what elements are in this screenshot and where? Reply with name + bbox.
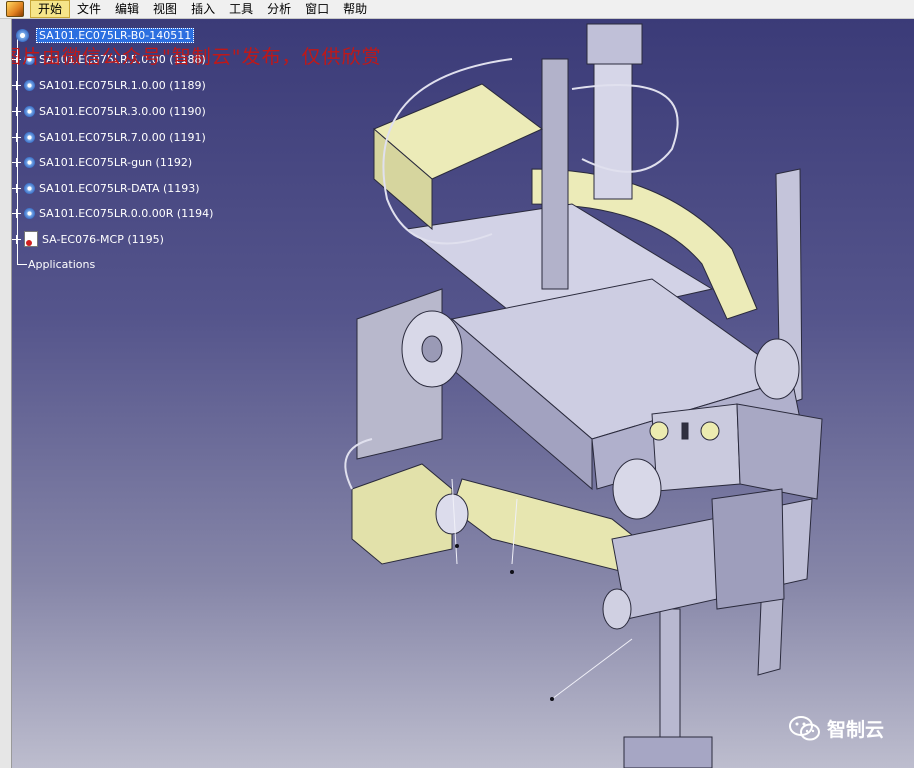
menu-file[interactable]: 文件 <box>70 0 108 18</box>
expand-plus-icon[interactable] <box>12 208 21 218</box>
expand-plus-icon[interactable] <box>12 183 21 193</box>
watermark-text: 图片由微信公众号"智制云"发布，仅供欣赏 <box>12 46 382 68</box>
menu-tools[interactable]: 工具 <box>222 0 260 18</box>
roller-bottom <box>602 588 632 630</box>
tree-item-label[interactable]: SA101.EC075LR.7.0.00 (1191) <box>39 131 206 144</box>
product-gear-icon <box>24 131 35 143</box>
tree-root-item[interactable]: SA101.EC075LR-B0-140511 <box>16 27 195 43</box>
roller-mid <box>612 458 662 520</box>
menu-bar: 开始 文件 编辑 视图 插入 工具 分析 窗口 帮助 <box>0 0 914 19</box>
lead-dot-1 <box>550 697 554 701</box>
knob-right <box>700 421 720 441</box>
expand-plus-icon[interactable] <box>12 234 21 244</box>
tree-connector-hook <box>17 264 27 265</box>
menu-view[interactable]: 视图 <box>146 0 184 18</box>
lead-line-1 <box>551 638 633 700</box>
product-gear-icon <box>24 79 35 91</box>
part-document-icon <box>24 231 38 247</box>
menu-analyze[interactable]: 分析 <box>260 0 298 18</box>
expand-plus-icon[interactable] <box>12 106 21 116</box>
expand-plus-icon[interactable] <box>12 80 21 90</box>
menu-window[interactable]: 窗口 <box>298 0 336 18</box>
tree-item-label[interactable]: SA101.EC075LR.3.0.00 (1190) <box>39 105 206 118</box>
menu-start[interactable]: 开始 <box>30 0 71 18</box>
lead-dot-3 <box>455 544 459 548</box>
tree-item-label[interactable]: SA101.EC075LR-DATA (1193) <box>39 182 200 195</box>
top-cylinder-cap <box>586 23 643 65</box>
lead-dot-2 <box>510 570 514 574</box>
tree-item-1189[interactable]: SA101.EC075LR.1.0.00 (1189) <box>12 77 206 93</box>
3d-viewport[interactable]: SA101.EC075LR-B0-140511 SA101.EC075LR.5.… <box>12 19 914 768</box>
brand-name: 智制云 <box>826 719 884 741</box>
brand-signature: 智制云 <box>788 715 884 742</box>
top-cylinder <box>593 58 633 200</box>
tree-item-label[interactable]: SA-EC076-MCP (1195) <box>42 233 164 246</box>
menu-insert[interactable]: 插入 <box>184 0 222 18</box>
right-block-side <box>736 403 823 500</box>
tree-item-1191[interactable]: SA101.EC075LR.7.0.00 (1191) <box>12 129 206 145</box>
tree-root-label[interactable]: SA101.EC075LR-B0-140511 <box>36 27 195 43</box>
product-gear-icon <box>24 182 35 194</box>
wechat-icon <box>788 715 821 742</box>
menu-help[interactable]: 帮助 <box>336 0 374 18</box>
bottom-foot <box>623 736 713 768</box>
expand-plus-icon[interactable] <box>12 132 21 142</box>
tree-item-label[interactable]: SA101.EC075LR.0.0.00R (1194) <box>39 207 213 220</box>
roller-left-hub <box>421 335 443 363</box>
right-block <box>651 403 741 492</box>
knob-left <box>649 421 669 441</box>
tree-item-1193[interactable]: SA101.EC075LR-DATA (1193) <box>12 180 200 196</box>
tree-item-1190[interactable]: SA101.EC075LR.3.0.00 (1190) <box>12 103 206 119</box>
top-column <box>541 58 569 290</box>
expand-plus-icon[interactable] <box>12 157 21 167</box>
catia-logo-icon[interactable] <box>6 1 24 17</box>
tree-item-label[interactable]: SA101.EC075LR.1.0.00 (1189) <box>39 79 206 92</box>
roller-bottom-left <box>435 493 469 535</box>
right-vertical-panel <box>711 488 785 610</box>
product-gear-icon <box>16 28 29 42</box>
tree-item-label[interactable]: SA101.EC075LR-gun (1192) <box>39 156 192 169</box>
bottom-post <box>659 608 681 750</box>
product-gear-icon <box>24 105 35 117</box>
roller-right <box>754 338 800 400</box>
tree-applications-node[interactable]: Applications <box>28 258 95 271</box>
left-toolbar-frame <box>0 19 12 768</box>
knob-center <box>681 422 689 440</box>
product-gear-icon <box>24 207 35 219</box>
tree-item-1195[interactable]: SA-EC076-MCP (1195) <box>12 231 164 247</box>
tree-item-1192[interactable]: SA101.EC075LR-gun (1192) <box>12 154 192 170</box>
tree-item-1194[interactable]: SA101.EC075LR.0.0.00R (1194) <box>12 205 213 221</box>
menu-edit[interactable]: 编辑 <box>108 0 146 18</box>
product-gear-icon <box>24 156 35 168</box>
